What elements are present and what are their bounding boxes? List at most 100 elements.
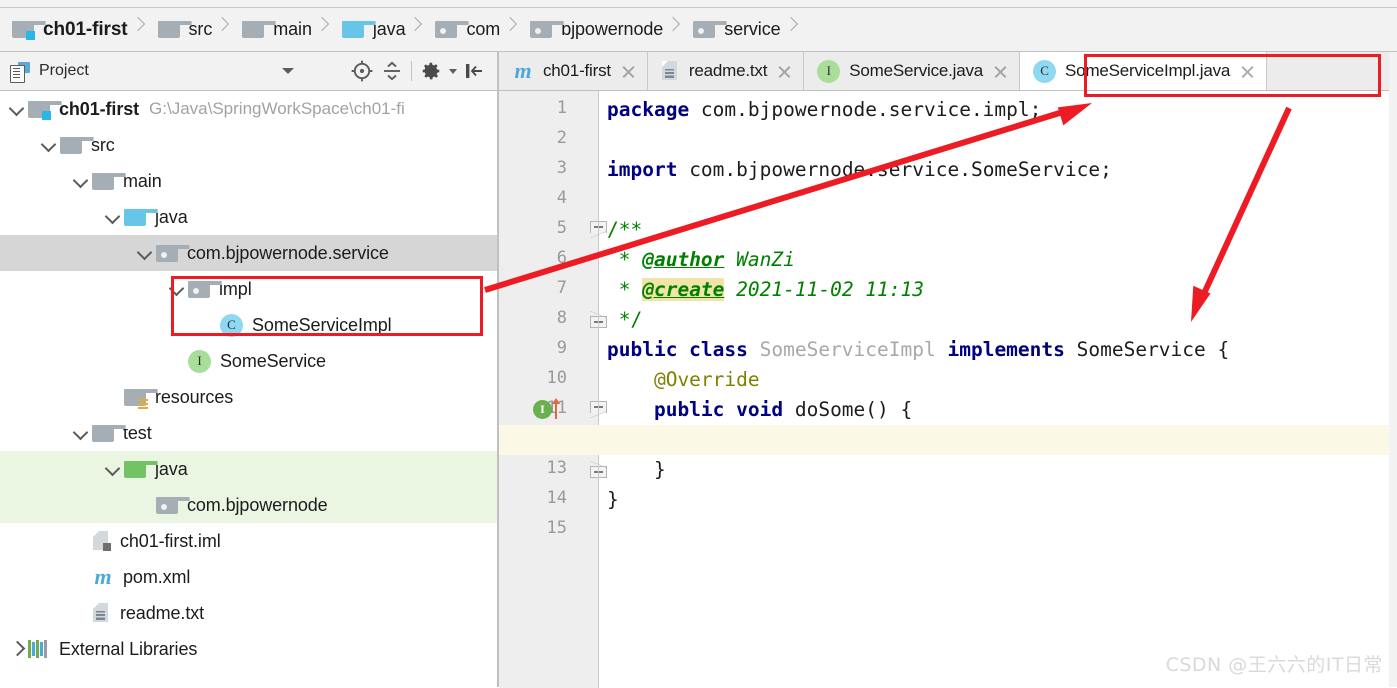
breadcrumb-separator-icon <box>130 8 146 51</box>
gutter-line[interactable]: 8 <box>499 305 599 335</box>
code-token: 2021-11-02 11:13 <box>724 278 925 301</box>
settings-gear-icon[interactable] <box>416 56 446 86</box>
breadcrumb-item-service[interactable]: service <box>681 8 782 51</box>
tree-node-external-libraries[interactable]: External Libraries <box>0 631 499 667</box>
gutter-line[interactable]: 1 <box>499 95 599 125</box>
interface-icon: I <box>188 349 211 373</box>
editor-tab-readme-txt[interactable]: readme.txt <box>648 52 805 90</box>
gutter-line[interactable]: 14 <box>499 485 599 515</box>
chevron-down-icon[interactable] <box>166 278 188 300</box>
toolbar-strip <box>0 0 1397 8</box>
tree-node-pom-xml[interactable]: m pom.xml <box>0 559 499 595</box>
folder-module-icon <box>12 21 46 40</box>
current-line-highlight <box>499 425 1397 455</box>
tree-node-someserviceimpl[interactable]: C SomeServiceImpl <box>0 307 499 343</box>
tree-node-ch01-first-iml[interactable]: ch01-first.iml <box>0 523 499 559</box>
tree-node-ch01-first[interactable]: ch01-first G:\Java\SpringWorkSpace\ch01-f… <box>0 91 499 127</box>
tree-node-impl[interactable]: impl <box>0 271 499 307</box>
project-tree[interactable]: ch01-first G:\Java\SpringWorkSpace\ch01-f… <box>0 91 499 688</box>
tree-node-label: resources <box>155 386 234 407</box>
close-icon[interactable] <box>776 63 793 80</box>
chevron-down-icon[interactable] <box>102 206 124 228</box>
code-line: * @create 2021-11-02 11:13 <box>607 275 924 305</box>
close-icon[interactable] <box>992 63 1009 80</box>
breadcrumb-separator-icon <box>407 8 423 51</box>
folder-icon <box>157 21 192 38</box>
folder-package-icon <box>188 280 222 298</box>
implementing-method-icon[interactable]: I <box>533 398 567 421</box>
gutter-line[interactable]: 13 <box>499 455 599 485</box>
scroll-from-source-icon[interactable] <box>347 56 377 86</box>
tree-no-toggle <box>102 386 124 408</box>
tree-node-resources[interactable]: resources <box>0 379 499 415</box>
breadcrumb-item-label: bjpowernode <box>561 19 664 39</box>
iml-file-icon <box>92 530 111 552</box>
gutter-line[interactable]: 4 <box>499 185 599 215</box>
code-token: @create <box>642 278 725 301</box>
tree-node-java[interactable]: java <box>0 451 499 487</box>
breadcrumb-item-bjpowernode[interactable]: bjpowernode <box>518 8 665 51</box>
gutter-line[interactable]: 9 <box>499 335 599 365</box>
breadcrumb-item-ch01-first[interactable]: ch01-first <box>0 8 130 51</box>
gear-dropdown-icon[interactable] <box>446 56 459 86</box>
folder-package-icon <box>693 21 728 38</box>
code-token: @author <box>642 248 725 271</box>
folder-package-icon <box>156 496 190 514</box>
code-text[interactable]: package com.bjpowernode.service.impl; imp… <box>499 91 1397 688</box>
chevron-right-icon[interactable] <box>6 638 28 660</box>
gutter-line[interactable]: 6 <box>499 245 599 275</box>
breadcrumb-item-java[interactable]: java <box>330 8 408 51</box>
tree-node-src[interactable]: src <box>0 127 499 163</box>
chevron-down-icon[interactable] <box>134 242 156 264</box>
folder-resources-icon <box>124 388 158 409</box>
gutter-line[interactable]: 3 <box>499 155 599 185</box>
gutter-line[interactable]: 10 <box>499 365 599 395</box>
fold-rail <box>598 91 599 688</box>
tree-node-java[interactable]: java <box>0 199 499 235</box>
tree-node-label: SomeServiceImpl <box>252 314 392 335</box>
tree-node-label: java <box>155 458 188 479</box>
code-token: doSome() { <box>783 398 913 421</box>
chevron-down-icon[interactable] <box>38 134 60 156</box>
tree-node-com-bjpowernode[interactable]: com.bjpowernode <box>0 487 499 523</box>
chevron-down-icon[interactable] <box>70 422 92 444</box>
editor-gutter[interactable]: 123456789101112131415I <box>499 91 607 688</box>
chevron-down-icon[interactable] <box>70 170 92 192</box>
editor-tab-someservice-java[interactable]: I SomeService.java <box>804 52 1021 90</box>
tree-node-someservice[interactable]: I SomeService <box>0 343 499 379</box>
breadcrumb-item-main[interactable]: main <box>230 8 314 51</box>
collapse-all-icon[interactable] <box>377 56 407 86</box>
breadcrumb-item-com[interactable]: com <box>423 8 502 51</box>
gutter-line[interactable]: 15 <box>499 515 599 545</box>
breadcrumb-item-label: service <box>724 19 781 39</box>
editor-area: m ch01-first readme.txt I SomeService.java C S… <box>499 52 1397 688</box>
project-tool-window: Project ch01-firstG:\Java\SpringWorkSpa <box>0 52 499 688</box>
gutter-line[interactable]: 5 <box>499 215 599 245</box>
chevron-down-icon[interactable] <box>6 98 28 120</box>
breadcrumb-item-src[interactable]: src <box>146 8 215 51</box>
tree-node-readme-txt[interactable]: readme.txt <box>0 595 499 631</box>
code-token: com.bjpowernode.service.impl; <box>689 98 1042 121</box>
chevron-down-icon[interactable] <box>102 458 124 480</box>
gutter-line[interactable]: 2 <box>499 125 599 155</box>
line-number: 2 <box>556 128 567 148</box>
tree-node-test[interactable]: test <box>0 415 499 451</box>
code-token: public void <box>607 398 784 421</box>
breadcrumb-separator-icon <box>783 8 799 51</box>
code-line: package com.bjpowernode.service.impl; <box>607 95 1041 125</box>
hide-panel-icon[interactable] <box>459 56 489 86</box>
code-editor[interactable]: 123456789101112131415I package com.bjpow… <box>499 91 1397 688</box>
tree-node-main[interactable]: main <box>0 163 499 199</box>
close-icon[interactable] <box>620 63 637 80</box>
editor-tab-someserviceimpl-java[interactable]: C SomeServiceImpl.java <box>1020 52 1268 90</box>
class-icon: C <box>220 313 243 337</box>
view-mode-dropdown-icon[interactable] <box>273 56 303 86</box>
code-token: } <box>607 458 666 481</box>
close-icon[interactable] <box>1239 63 1256 80</box>
code-line: import com.bjpowernode.service.SomeServi… <box>607 155 1112 185</box>
folder-module-icon <box>28 100 62 120</box>
editor-tab-ch01-first[interactable]: m ch01-first <box>499 52 648 90</box>
tree-node-label: com.bjpowernode.service <box>187 242 389 263</box>
gutter-line[interactable]: 7 <box>499 275 599 305</box>
tree-node-com-bjpowernode-service[interactable]: com.bjpowernode.service <box>0 235 499 271</box>
